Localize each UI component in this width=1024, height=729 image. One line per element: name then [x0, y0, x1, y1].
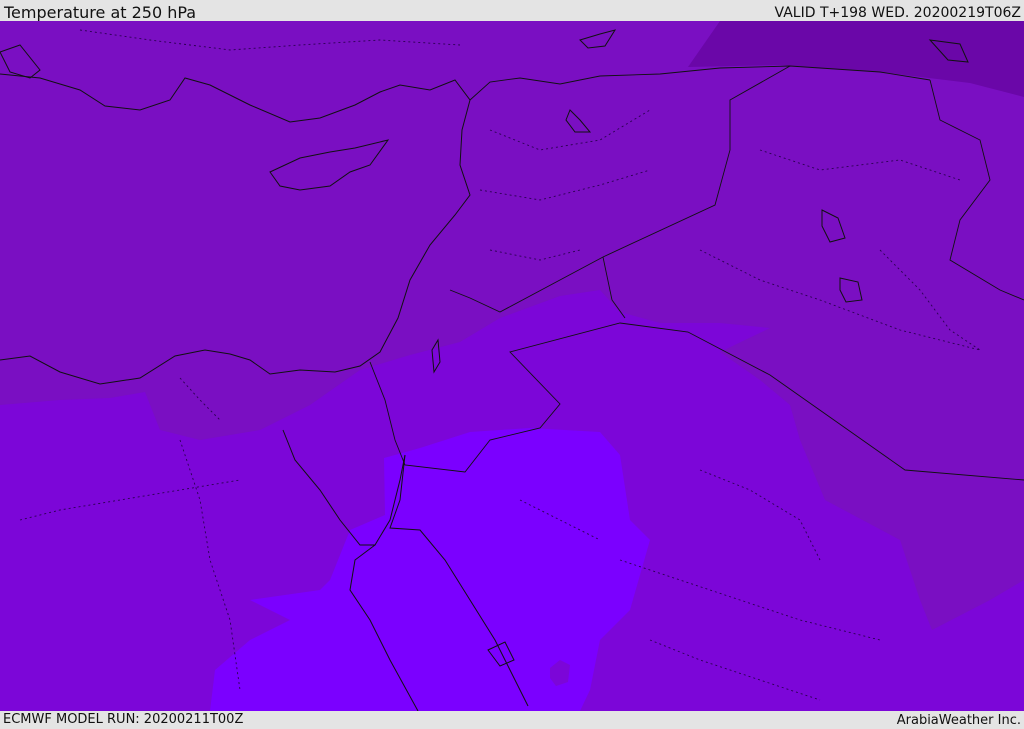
header-bar: Temperature at 250 hPa VALID T+198 WED. …	[0, 0, 1024, 22]
temperature-map[interactable]	[0, 21, 1024, 711]
footer-bar: ECMWF MODEL RUN: 20200211T00Z ArabiaWeat…	[0, 711, 1024, 729]
map-title: Temperature at 250 hPa	[4, 3, 197, 22]
valid-time: VALID T+198 WED. 20200219T06Z	[774, 5, 1021, 21]
credit-text: ArabiaWeather Inc.	[896, 713, 1021, 728]
model-run: ECMWF MODEL RUN: 20200211T00Z	[3, 712, 244, 727]
map-canvas	[0, 21, 1024, 711]
